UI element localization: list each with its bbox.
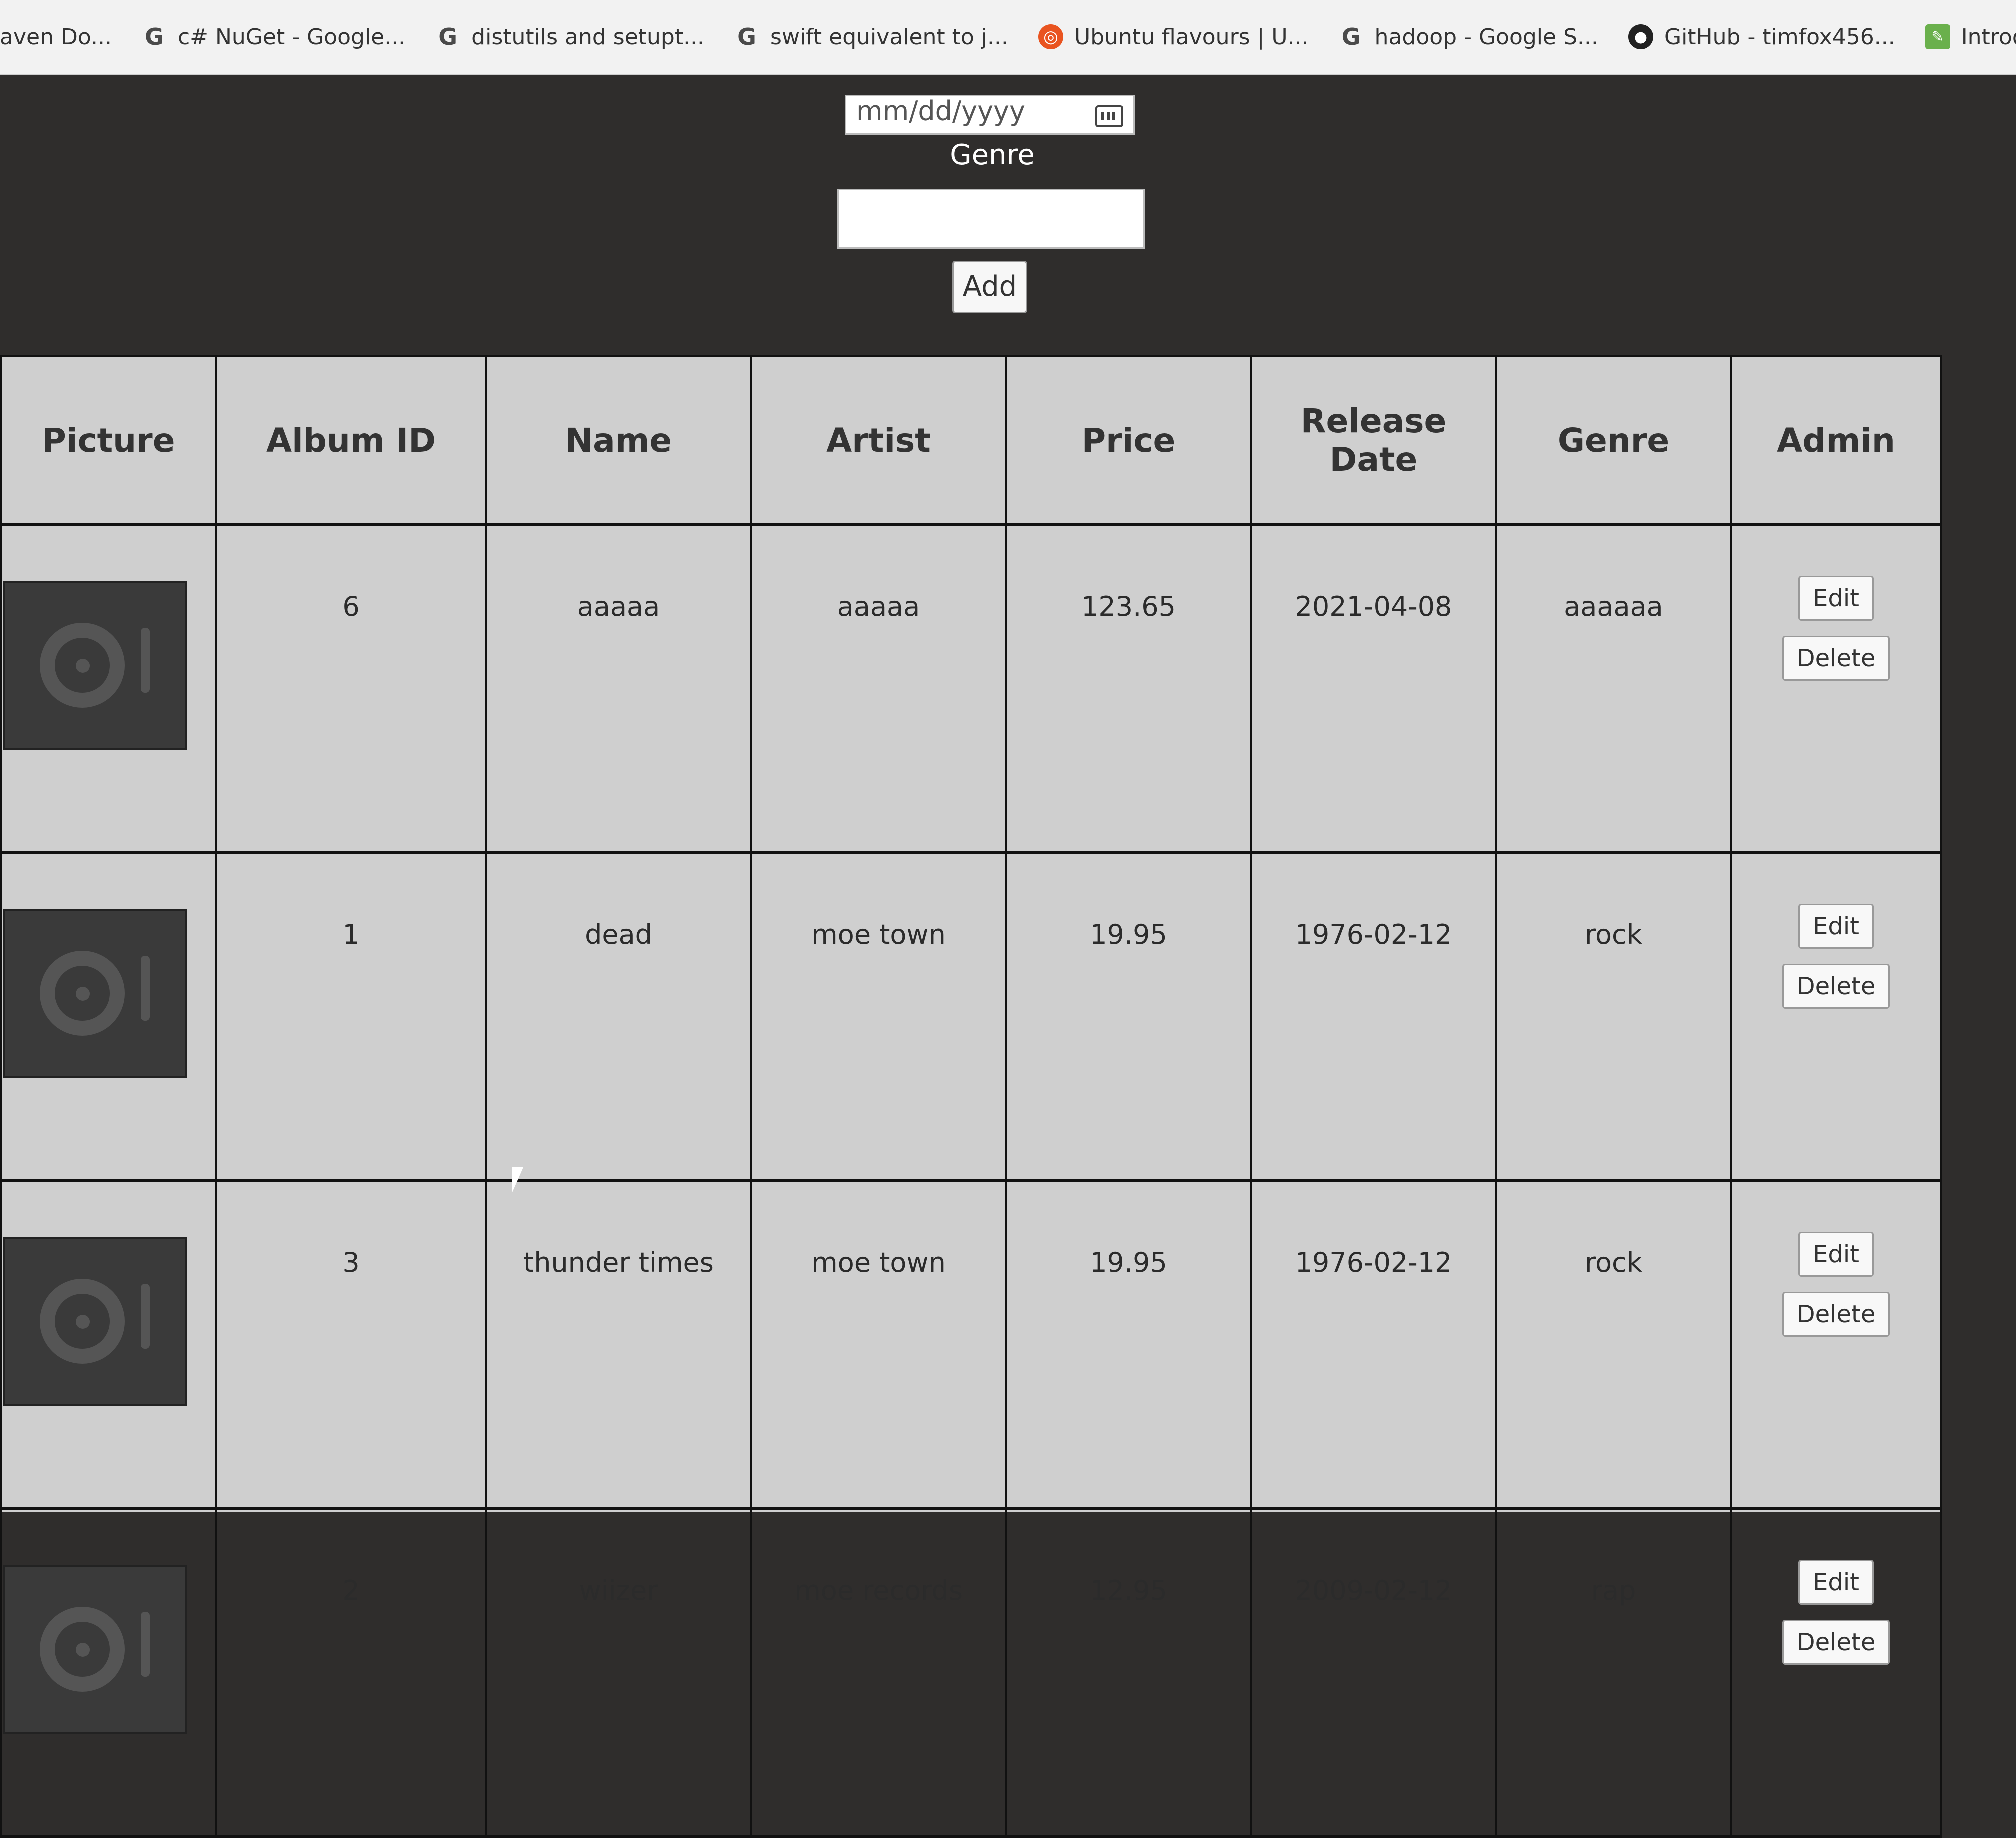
picture-cell: [0, 852, 218, 1182]
genre-label: Genre: [950, 139, 1035, 172]
header-release-date: Release Date: [1250, 355, 1498, 526]
bookmark-ubuntu[interactable]: ◎ Ubuntu flavours | U...: [1038, 24, 1309, 50]
release-date-input[interactable]: mm/dd/yyyy: [845, 95, 1135, 135]
release-date-cell: 1976-02-12: [1250, 1180, 1498, 1510]
price-cell: 12.95: [1005, 1508, 1252, 1838]
add-album-form: mm/dd/yyyy Genre Add: [0, 75, 2016, 355]
table-row: 6 aaaaa aaaaa 123.65 2021-04-08 aaaaaa E…: [0, 524, 1942, 854]
price-cell: 19.95: [1005, 1180, 1252, 1510]
header-artist: Artist: [750, 355, 1008, 526]
picture-cell: [0, 524, 218, 854]
table-row: 3 thunder times moe town 19.95 1976-02-1…: [0, 1180, 1942, 1510]
artist-cell: aaaaa: [750, 524, 1008, 854]
bookmark-label: Introduction to Jav...: [1961, 24, 2016, 50]
calendar-icon[interactable]: [1096, 106, 1124, 128]
edit-button[interactable]: Edit: [1798, 904, 1874, 949]
edit-button[interactable]: Edit: [1798, 576, 1874, 621]
delete-button[interactable]: Delete: [1782, 1292, 1890, 1337]
bookmark-label: Ubuntu flavours | U...: [1074, 24, 1309, 50]
bookmark-label: GitHub - timfox456...: [1664, 24, 1896, 50]
name-cell: dead: [485, 852, 752, 1182]
bookmark-label: c# NuGet - Google...: [178, 24, 406, 50]
delete-button[interactable]: Delete: [1782, 636, 1890, 681]
albums-table-container: Picture Album ID Name Artist Price Relea…: [0, 355, 1942, 1838]
google-icon: G: [1342, 24, 1361, 50]
google-icon: G: [738, 24, 756, 50]
picture-cell: [0, 1508, 218, 1838]
edit-button[interactable]: Edit: [1798, 1560, 1874, 1605]
vinyl-record-icon: [40, 623, 125, 708]
vinyl-record-icon: [40, 1279, 125, 1364]
album-cover-image: [3, 581, 187, 750]
artist-cell: moe records: [750, 1508, 1008, 1838]
header-picture: Picture: [0, 355, 218, 526]
date-placeholder: mm/dd/yyyy: [856, 96, 1026, 127]
name-cell: thunder times: [485, 1180, 752, 1510]
add-button[interactable]: Add: [952, 261, 1028, 314]
album-cover-image: [3, 909, 187, 1078]
genre-cell: rap: [1495, 1508, 1732, 1838]
header-album-id: Album ID: [215, 355, 488, 526]
header-price: Price: [1005, 355, 1252, 526]
bookmark-nuget[interactable]: G c# NuGet - Google...: [142, 24, 406, 50]
delete-button[interactable]: Delete: [1782, 1620, 1890, 1665]
header-genre: Genre: [1495, 355, 1732, 526]
bookmark-label: aven Do...: [0, 24, 112, 50]
genre-cell: aaaaaa: [1495, 524, 1732, 854]
bookmarks-bar: aven Do... G c# NuGet - Google... G dist…: [0, 0, 2016, 75]
album-id-cell: 3: [215, 1180, 488, 1510]
admin-cell: Edit Delete: [1730, 524, 1942, 854]
albums-table: Picture Album ID Name Artist Price Relea…: [0, 355, 1942, 1838]
album-cover-image: [3, 1237, 187, 1406]
ubuntu-icon: ◎: [1038, 24, 1064, 50]
header-name: Name: [485, 355, 752, 526]
name-cell: wiizer: [485, 1508, 752, 1838]
genre-input[interactable]: [838, 189, 1145, 249]
release-date-cell: 1976-02-12: [1250, 852, 1498, 1182]
google-icon: G: [145, 24, 164, 50]
album-id-cell: 1: [215, 852, 488, 1182]
google-icon: G: [438, 24, 458, 50]
delete-button[interactable]: Delete: [1782, 964, 1890, 1009]
admin-cell: Edit Delete: [1730, 852, 1942, 1182]
album-id-cell: 2: [215, 1508, 488, 1838]
picture-cell: [0, 1180, 218, 1510]
bookmark-label: hadoop - Google S...: [1374, 24, 1598, 50]
artist-cell: moe town: [750, 1180, 1008, 1510]
bookmark-distutils[interactable]: G distutils and setupt...: [436, 24, 704, 50]
bookmark-swift[interactable]: G swift equivalent to j...: [734, 24, 1008, 50]
leaf-icon: ✎: [1925, 24, 1950, 50]
table-header-row: Picture Album ID Name Artist Price Relea…: [0, 355, 1942, 526]
bookmark-github[interactable]: ● GitHub - timfox456...: [1628, 24, 1896, 50]
vinyl-record-icon: [40, 1607, 125, 1692]
artist-cell: moe town: [750, 852, 1008, 1182]
bookmark-java[interactable]: ✎ Introduction to Jav...: [1925, 24, 2016, 50]
vinyl-record-icon: [40, 951, 125, 1036]
album-cover-image: [3, 1565, 187, 1734]
admin-cell: Edit Delete: [1730, 1180, 1942, 1510]
price-cell: 123.65: [1005, 524, 1252, 854]
header-admin: Admin: [1730, 355, 1942, 526]
genre-cell: rock: [1495, 1180, 1732, 1510]
album-id-cell: 6: [215, 524, 488, 854]
table-row: 1 dead moe town 19.95 1976-02-12 rock Ed…: [0, 852, 1942, 1182]
price-cell: 19.95: [1005, 852, 1252, 1182]
bookmark-label: distutils and setupt...: [472, 24, 705, 50]
genre-cell: rock: [1495, 852, 1732, 1182]
bookmark-maven[interactable]: aven Do...: [0, 24, 112, 50]
edit-button[interactable]: Edit: [1798, 1232, 1874, 1277]
name-cell: aaaaa: [485, 524, 752, 854]
release-date-cell: 2009-02-12: [1250, 1508, 1498, 1838]
table-row: 2 wiizer moe records 12.95 2009-02-12 ra…: [0, 1508, 1942, 1838]
release-date-cell: 2021-04-08: [1250, 524, 1498, 854]
bookmark-label: swift equivalent to j...: [770, 24, 1009, 50]
mouse-cursor-icon: [512, 1168, 524, 1192]
github-icon: ●: [1628, 24, 1654, 50]
bookmark-hadoop[interactable]: G hadoop - Google S...: [1339, 24, 1598, 50]
admin-cell: Edit Delete: [1730, 1508, 1942, 1838]
